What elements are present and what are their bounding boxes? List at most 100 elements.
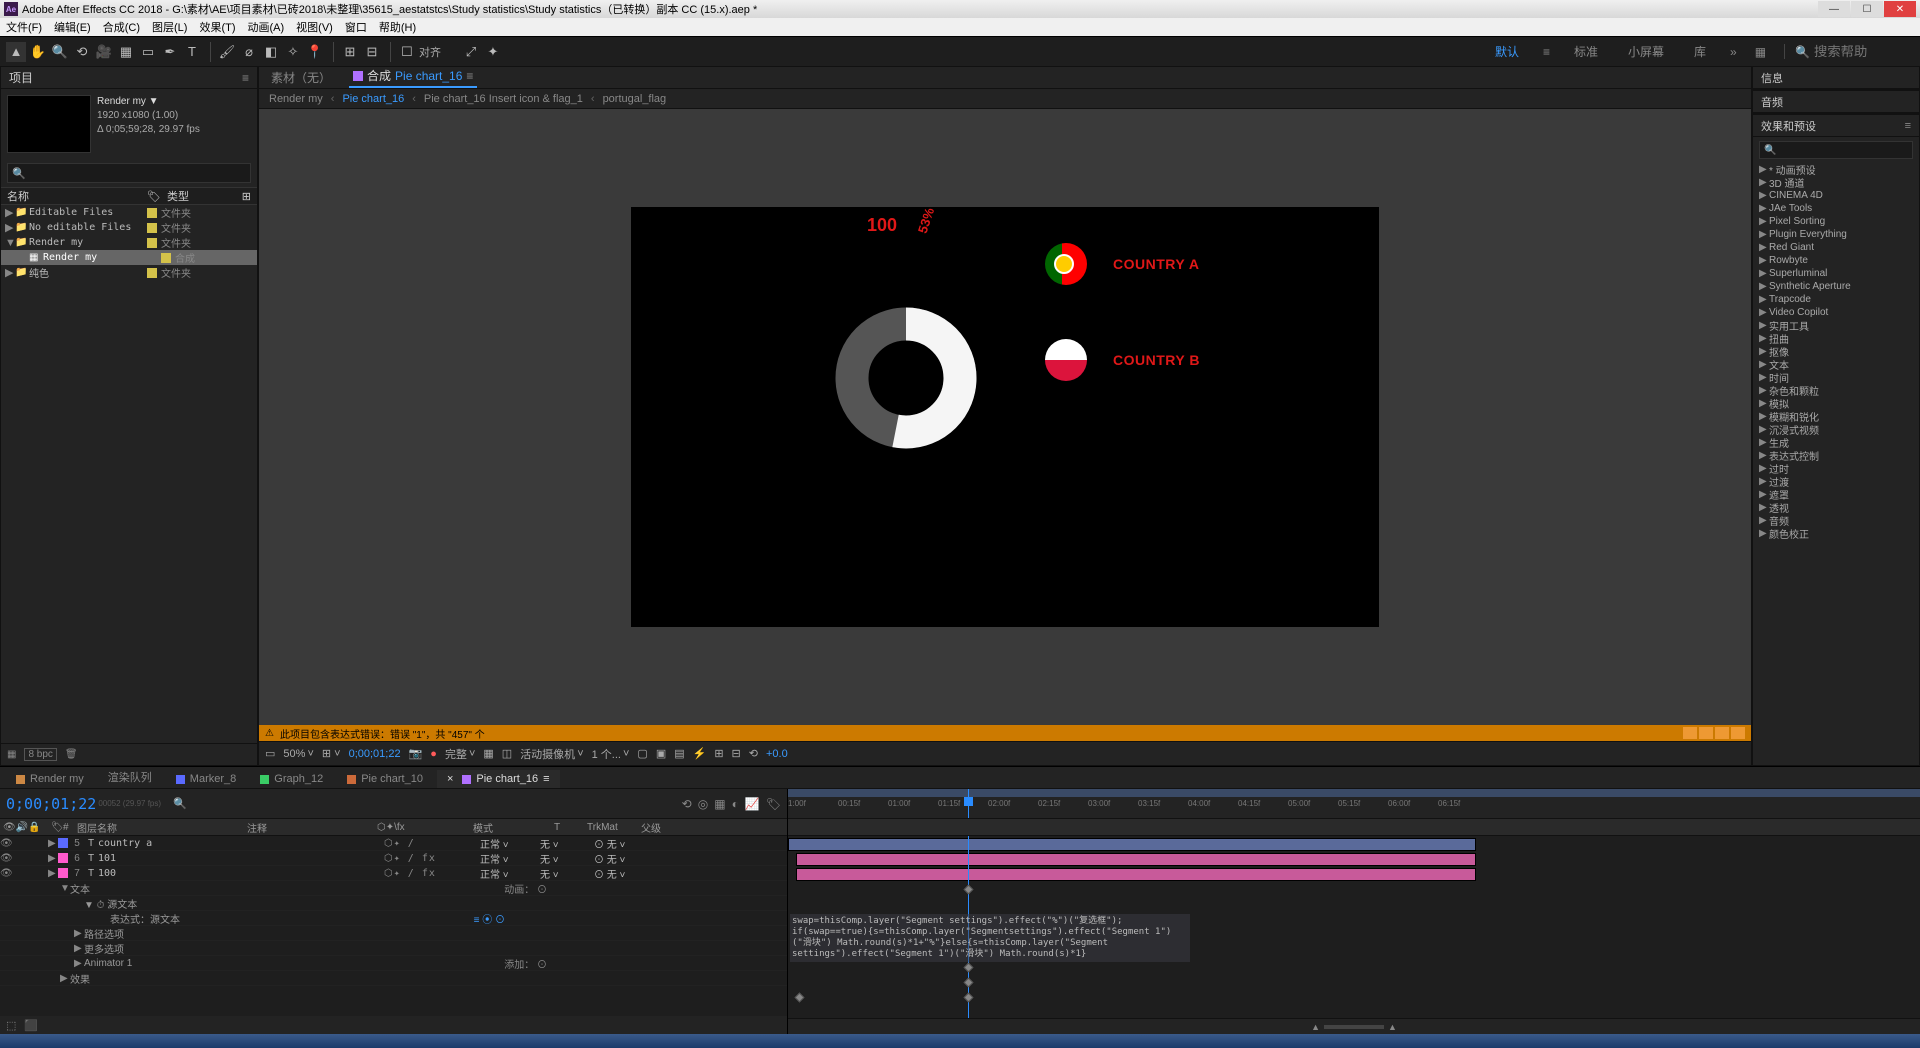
close-button[interactable]: ✕ xyxy=(1884,1,1916,17)
flowchart-icon[interactable]: ⊞ xyxy=(242,190,251,203)
pan-behind-tool[interactable]: ▦ xyxy=(116,42,136,62)
quality-dropdown[interactable]: 完整 ˅ xyxy=(445,746,475,762)
effect-category[interactable]: ▶Rowbyte xyxy=(1753,254,1919,267)
workspace-default[interactable]: 默认 xyxy=(1489,41,1525,62)
fast-preview-icon[interactable]: ⚡ xyxy=(693,747,707,760)
timeline-tracks[interactable]: swap=thisComp.layer("Segment settings").… xyxy=(788,836,1920,1018)
view-opt2-icon[interactable]: ▣ xyxy=(656,747,666,760)
viewer-timecode[interactable]: 0;00;01;22 xyxy=(349,748,401,760)
breadcrumb-item[interactable]: portugal_flag xyxy=(603,93,667,105)
text-tool[interactable]: T xyxy=(182,42,202,62)
timeline-tab[interactable]: 渲染队列 xyxy=(98,766,162,788)
layer-row[interactable]: 👁▶6T101⬡✦ / fx正常 ˅无 ˅⊙ 无 ˅ xyxy=(0,851,787,866)
effect-category[interactable]: ▶CINEMA 4D xyxy=(1753,189,1919,202)
layer-bar[interactable] xyxy=(796,868,1476,881)
roto-tool[interactable]: ✧ xyxy=(283,42,303,62)
effects-search-input[interactable]: 🔍 xyxy=(1759,141,1913,159)
keyframe-icon[interactable] xyxy=(964,993,974,1003)
frameblend-icon[interactable]: ▦ xyxy=(714,797,725,811)
layer-property-row[interactable]: ▶路径选项 xyxy=(0,926,787,941)
menu-item[interactable]: 窗口 xyxy=(345,19,367,35)
composition-viewer[interactable]: 100 53% COUNTRY A COUNTRY B xyxy=(259,109,1751,725)
menu-item[interactable]: 文件(F) xyxy=(6,19,42,35)
tab-footage[interactable]: 素材（无） xyxy=(267,67,335,88)
rect-tool[interactable]: ▭ xyxy=(138,42,158,62)
toggle-modes-icon[interactable]: ⬛ xyxy=(24,1019,38,1032)
effect-category[interactable]: ▶Pixel Sorting xyxy=(1753,215,1919,228)
workspace-standard[interactable]: 标准 xyxy=(1568,41,1604,62)
selection-tool[interactable]: ▲ xyxy=(6,42,26,62)
panel-menu-icon[interactable]: ≡ xyxy=(1905,120,1911,132)
layer-property-row[interactable]: ▼文本动画： ⊙ xyxy=(0,881,787,896)
breadcrumb-item[interactable]: Pie chart_16 Insert icon & flag_1 xyxy=(424,93,583,105)
project-row[interactable]: ▶📁No editable Files文件夹 xyxy=(1,220,257,235)
time-ruler[interactable]: 1:00f00:15f01:00f01:15f02:00f02:15f03:00… xyxy=(788,789,1920,819)
eraser-tool[interactable]: ◧ xyxy=(261,42,281,62)
exposure-reset-icon[interactable]: ⟲ xyxy=(749,747,758,760)
delete-icon[interactable]: 🗑 xyxy=(65,749,78,760)
menu-item[interactable]: 效果(T) xyxy=(199,19,235,35)
shy-icon[interactable]: ⟲ xyxy=(682,797,692,811)
timeline-timecode[interactable]: 0;00;01;22 xyxy=(6,795,96,813)
effect-category[interactable]: ▶JAe Tools xyxy=(1753,202,1919,215)
project-row[interactable]: ▶📁Editable Files文件夹 xyxy=(1,205,257,220)
audio-panel-title[interactable]: 音频 xyxy=(1761,94,1783,110)
search-help-input[interactable] xyxy=(1814,44,1914,59)
layer-row[interactable]: 👁▶7T100⬡✦ / fx正常 ˅无 ˅⊙ 无 ˅ xyxy=(0,866,787,881)
toggle-switches-icon[interactable]: ⬚ xyxy=(6,1019,16,1032)
camera-tool[interactable]: 🎥 xyxy=(94,42,114,62)
layer-property-row[interactable]: ▶更多选项 xyxy=(0,941,787,956)
breadcrumb-item[interactable]: Render my xyxy=(269,93,323,105)
layer-search-input[interactable]: 🔍 xyxy=(173,797,187,810)
workspace-small[interactable]: 小屏幕 xyxy=(1622,41,1670,62)
zoom-tool[interactable]: 🔍 xyxy=(50,42,70,62)
workspace-switcher-icon[interactable]: ▦ xyxy=(1755,45,1766,59)
always-preview-icon[interactable]: ▭ xyxy=(265,747,275,760)
effect-category[interactable]: ▶Synthetic Aperture xyxy=(1753,280,1919,293)
snap-center-icon[interactable]: ✦ xyxy=(483,42,503,62)
menu-item[interactable]: 视图(V) xyxy=(296,19,333,35)
info-panel-title[interactable]: 信息 xyxy=(1761,70,1783,86)
timeline-tab[interactable]: Pie chart_10 xyxy=(337,770,433,788)
timeline-tab[interactable]: Render my xyxy=(6,770,94,788)
workspace-lib[interactable]: 库 xyxy=(1688,41,1712,62)
tag-icon[interactable]: 🏷 xyxy=(147,190,161,203)
snap-edge-icon[interactable]: ⤢ xyxy=(461,42,481,62)
resolution-dropdown[interactable]: ⊞ ˅ xyxy=(322,747,341,760)
layer-row[interactable]: 👁▶5Tcountry a⬡✦ /正常 ˅无 ˅⊙ 无 ˅ xyxy=(0,836,787,851)
col-parent[interactable]: 父级 xyxy=(638,820,664,835)
workspace-hamburger-icon[interactable]: ≡ xyxy=(1543,45,1550,59)
layer-property-row[interactable]: ▶Animator 1添加： ⊙ xyxy=(0,956,787,971)
minimize-button[interactable]: — xyxy=(1818,1,1850,17)
view-opt3-icon[interactable]: ▤ xyxy=(674,747,684,760)
tab-composition[interactable]: 合成 Pie chart_16 ≡ xyxy=(349,65,477,88)
menu-item[interactable]: 动画(A) xyxy=(248,19,285,35)
magnification-dropdown[interactable]: 50% ˅ xyxy=(283,748,313,760)
keyframe-icon[interactable] xyxy=(964,885,974,895)
snapshot-icon[interactable]: 📷 xyxy=(409,747,423,760)
world-axis-icon[interactable]: ⊟ xyxy=(362,42,382,62)
workspace-overflow-icon[interactable]: » xyxy=(1730,45,1737,59)
local-axis-icon[interactable]: ⊞ xyxy=(340,42,360,62)
layer-bar[interactable] xyxy=(796,853,1476,866)
bpc-toggle[interactable]: 8 bpc xyxy=(24,748,56,761)
marker-icon[interactable]: 🏷 xyxy=(766,797,781,811)
camera-dropdown[interactable]: 活动摄像机 ˅ xyxy=(520,746,583,762)
brush-tool[interactable]: 🖌 xyxy=(217,42,237,62)
maximize-button[interactable]: ☐ xyxy=(1851,1,1883,17)
orbit-tool[interactable]: ⟲ xyxy=(72,42,92,62)
effect-category[interactable]: ▶Superluminal xyxy=(1753,267,1919,280)
channel-icon[interactable]: ● xyxy=(430,748,437,760)
col-mode[interactable]: 模式 xyxy=(470,820,530,835)
menu-item[interactable]: 编辑(E) xyxy=(54,19,91,35)
project-col-name[interactable]: 名称 xyxy=(7,188,147,204)
timeline-tab[interactable]: Marker_8 xyxy=(166,770,246,788)
tab-menu-icon[interactable]: ≡ xyxy=(466,69,473,83)
draft3d-icon[interactable]: ◎ xyxy=(698,797,708,811)
project-row[interactable]: ▦Render my合成 xyxy=(1,250,257,265)
puppet-tool[interactable]: 📍 xyxy=(305,42,325,62)
close-tab-icon[interactable]: × xyxy=(447,773,453,785)
flowchart-icon[interactable]: ⊟ xyxy=(732,747,741,760)
expression-text[interactable]: swap=thisComp.layer("Segment settings").… xyxy=(790,914,1190,962)
interpret-icon[interactable]: ▦ xyxy=(7,749,16,760)
